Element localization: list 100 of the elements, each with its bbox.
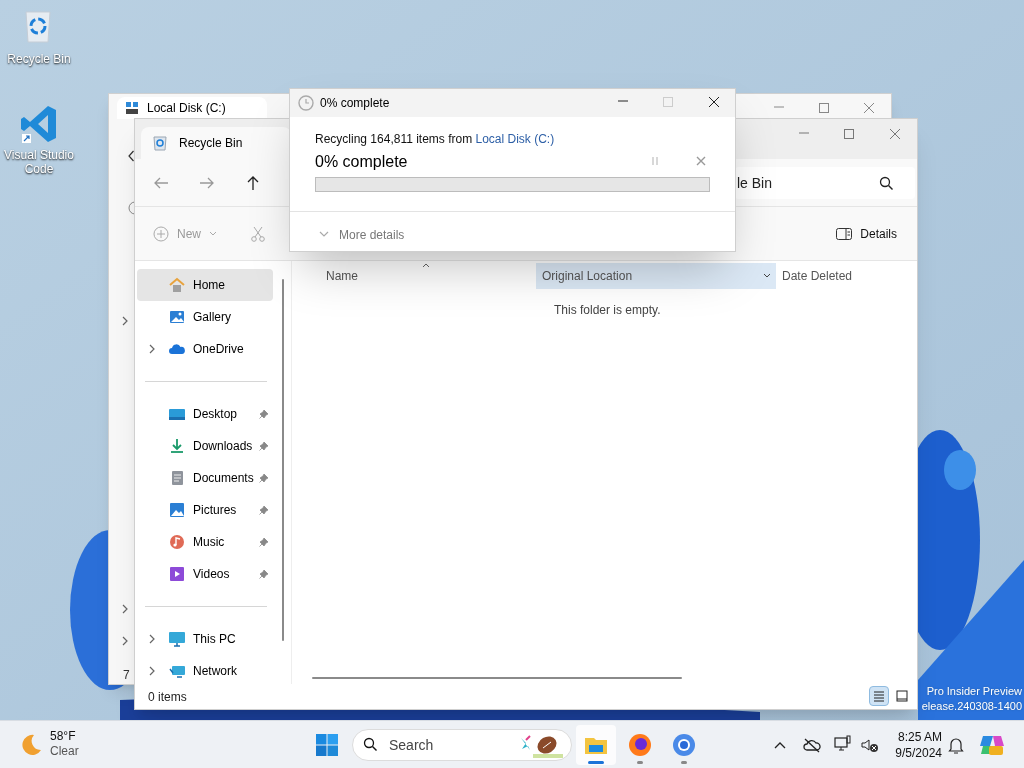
chevron-icon[interactable]	[121, 604, 129, 614]
window-title: Recycle Bin	[179, 135, 243, 152]
chevron-icon[interactable]	[121, 316, 129, 326]
search-placeholder: Search	[389, 735, 435, 755]
sidebar-item[interactable]: Downloads	[137, 430, 273, 462]
address-text: le Bin	[737, 173, 773, 193]
column-header[interactable]: Date Deleted	[776, 263, 916, 289]
sidebar-label: This PC	[193, 631, 236, 648]
address-bar[interactable]: le Bin	[735, 167, 915, 199]
temperature-text: 58°F	[50, 729, 77, 744]
sidebar-item[interactable]: Home	[137, 269, 273, 301]
progress-message: Recycling 164,811 items from Local Disk (C:)	[315, 131, 556, 148]
documents-icon	[169, 470, 185, 486]
start-icon[interactable]	[315, 733, 339, 757]
pin-icon[interactable]	[259, 505, 269, 515]
details-view-icon	[871, 688, 887, 704]
show-hidden-icons-icon[interactable]	[774, 741, 786, 749]
sidebar-item[interactable]: OneDrive	[137, 333, 273, 365]
sidebar-item[interactable]: Gallery	[137, 301, 273, 333]
window-tab[interactable]: Local Disk (C:)	[117, 97, 267, 119]
bell-icon[interactable]	[948, 736, 964, 754]
pin-icon[interactable]	[259, 473, 269, 483]
details-view-button[interactable]	[869, 686, 889, 706]
recycle-bin-icon	[153, 135, 167, 151]
column-label: Original Location	[542, 268, 633, 285]
column-label: Name	[326, 268, 358, 285]
sidebar-label: Pictures	[193, 502, 237, 519]
pictures-icon	[169, 502, 185, 518]
status-text: 0 items	[148, 688, 187, 706]
sort-caret-icon	[422, 263, 430, 268]
gallery-icon	[169, 309, 185, 325]
build-info-text: elease.240308-1400	[921, 699, 1022, 714]
search-box[interactable]: Search	[352, 729, 572, 761]
browser-icon	[671, 732, 697, 758]
search-icon[interactable]	[879, 176, 893, 190]
scrollbar-thumb[interactable]	[312, 677, 682, 679]
build-info-text: Pro Insider Preview	[926, 684, 1022, 699]
vscode-icon[interactable]	[20, 104, 58, 144]
running-indicator	[637, 761, 643, 764]
window-title: Local Disk (C:)	[147, 100, 226, 117]
chevron-icon[interactable]	[148, 344, 156, 354]
source-link[interactable]: Local Disk (C:)	[475, 132, 555, 146]
tiles-view-icon	[894, 688, 910, 704]
maximize-button[interactable]	[843, 128, 855, 140]
sidebar-item[interactable]: Desktop	[137, 398, 273, 430]
column-header[interactable]: Original Location	[536, 263, 776, 289]
home-icon	[169, 277, 185, 293]
dialog-title: 0% complete	[320, 95, 390, 112]
column-header[interactable]: Name	[292, 263, 536, 289]
pin-icon[interactable]	[259, 441, 269, 451]
cancel-icon[interactable]	[696, 156, 706, 166]
caret-icon	[209, 229, 217, 238]
weather-condition: Clear	[50, 744, 79, 759]
sidebar-label: Network	[193, 663, 237, 680]
pin-icon[interactable]	[259, 537, 269, 547]
clock-date: 9/5/2024	[895, 745, 942, 761]
cloud-icon	[169, 341, 185, 357]
speaker-muted-icon[interactable]	[861, 737, 879, 753]
sidebar-item[interactable]: Network	[137, 655, 273, 687]
dropdown-icon[interactable]	[763, 273, 771, 279]
drive-icon	[125, 101, 139, 115]
sidebar-label: Gallery	[193, 309, 231, 326]
chevron-icon[interactable]	[148, 634, 156, 644]
sidebar-label: Home	[193, 277, 225, 294]
chevron-icon[interactable]	[121, 636, 129, 646]
pc-icon	[169, 631, 185, 647]
sidebar-item[interactable]: This PC	[137, 623, 273, 655]
scrollbar-thumb[interactable]	[282, 279, 284, 641]
column-label: Date Deleted	[782, 268, 853, 285]
clock[interactable]: 8:25 AM 9/5/2024	[878, 729, 942, 761]
pin-icon[interactable]	[259, 409, 269, 419]
network-icon	[169, 663, 185, 679]
up-icon[interactable]	[245, 174, 261, 191]
sidebar-item[interactable]: Documents	[137, 462, 273, 494]
music-icon	[169, 534, 185, 550]
maximize-button[interactable]	[818, 102, 830, 114]
status-text: 7	[123, 667, 130, 684]
chevron-icon[interactable]	[148, 666, 156, 676]
sidebar-item[interactable]: Music	[137, 526, 273, 558]
monitor-icon[interactable]	[834, 735, 852, 753]
running-indicator	[588, 761, 604, 764]
sidebar-label: OneDrive	[193, 341, 244, 358]
explorer-app-button[interactable]	[576, 725, 616, 765]
videos-icon	[169, 566, 185, 582]
close-button[interactable]	[708, 96, 720, 108]
cloud-off-icon[interactable]	[803, 737, 821, 753]
sidebar-label: Music	[193, 534, 225, 551]
sidebar-label: Videos	[193, 566, 230, 583]
search-icon	[363, 737, 379, 753]
chevron-icon	[319, 231, 329, 239]
sidebar-label: Downloads	[193, 438, 253, 455]
more-details-button[interactable]: More details	[319, 226, 735, 244]
sidebar-item[interactable]: Videos	[137, 558, 273, 590]
cut-icon[interactable]	[251, 225, 265, 242]
progress-heading: 0% complete	[315, 152, 408, 172]
pin-icon[interactable]	[259, 569, 269, 579]
sidebar-item[interactable]: Pictures	[137, 494, 273, 526]
window-tab[interactable]: Recycle Bin	[141, 127, 291, 159]
plus-icon	[153, 225, 169, 242]
details-button[interactable]: Details	[836, 224, 897, 243]
